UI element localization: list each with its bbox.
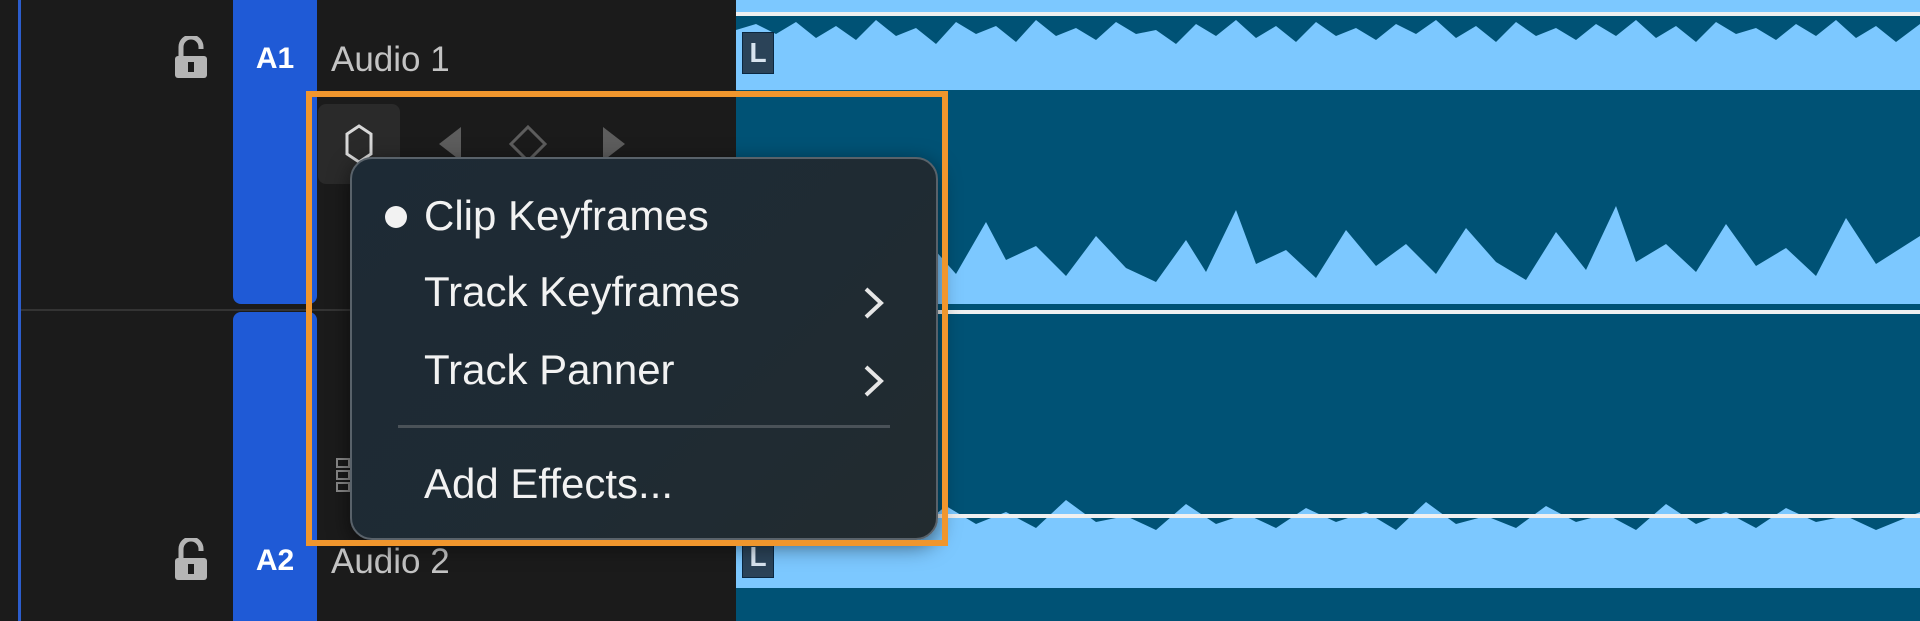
menu-separator (398, 425, 890, 428)
track-target-a1[interactable]: A1 (233, 0, 317, 304)
track-target-a2[interactable]: A2 (233, 312, 317, 621)
volume-line[interactable] (736, 12, 1920, 16)
menu-item-label: Track Panner (424, 346, 675, 393)
track-name-audio-1: Audio 1 (331, 40, 450, 79)
menu-item-track-keyframes[interactable]: Track Keyframes (424, 261, 896, 323)
menu-item-label: Track Keyframes (424, 268, 740, 315)
chevron-right-icon (862, 275, 886, 319)
checked-dot-icon (385, 206, 407, 228)
menu-item-clip-keyframes[interactable]: Clip Keyframes (385, 185, 896, 247)
menu-item-track-panner[interactable]: Track Panner (424, 339, 896, 401)
track-id-label: A1 (255, 42, 295, 75)
lock-icon[interactable] (172, 536, 210, 582)
track-name-audio-2: Audio 2 (331, 542, 450, 581)
menu-item-label: Add Effects... (424, 460, 674, 507)
chevron-right-icon (862, 353, 886, 397)
lock-icon[interactable] (172, 34, 210, 80)
track-id-label: A2 (255, 544, 295, 577)
triangle-right-icon (603, 127, 625, 161)
keyframe-context-menu: Clip Keyframes Track Keyframes Track Pan… (350, 157, 938, 540)
menu-item-add-effects[interactable]: Add Effects... (424, 453, 896, 515)
channel-badge: L (742, 32, 774, 74)
menu-item-label: Clip Keyframes (424, 192, 709, 239)
triangle-left-icon (439, 127, 461, 161)
channel-badge: L (742, 536, 774, 578)
